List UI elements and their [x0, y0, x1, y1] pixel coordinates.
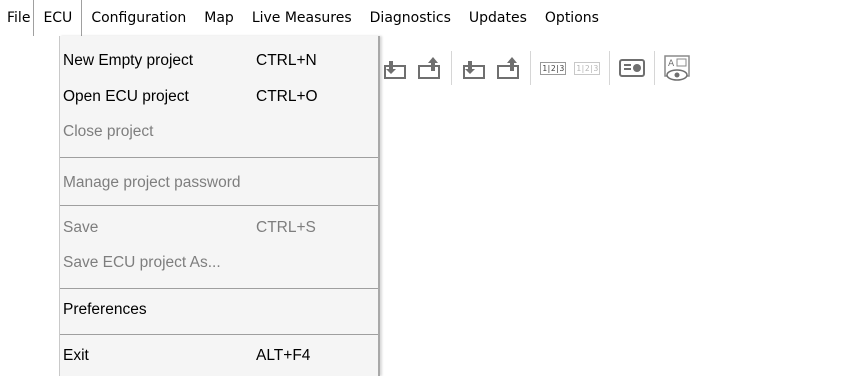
toolbar-separator [530, 51, 531, 85]
numbered-icon[interactable]: 1|2|3 [536, 49, 570, 87]
upload-icon[interactable] [412, 49, 446, 87]
menu-item-preferences[interactable]: Preferences [60, 295, 378, 325]
menu-item-shortcut: ALT+F4 [256, 347, 311, 364]
menu-separator [60, 334, 378, 335]
display-icon[interactable] [615, 49, 649, 87]
menu-live-measures[interactable]: Live Measures [243, 0, 361, 36]
toolbar-separator [609, 51, 610, 85]
toolbar-separator [451, 51, 452, 85]
download-icon[interactable] [457, 49, 491, 87]
menu-file[interactable]: File [0, 0, 33, 36]
menu-separator [60, 157, 378, 158]
menu-item-shortcut: CTRL+S [256, 219, 316, 236]
menu-item-shortcut: CTRL+O [256, 88, 318, 105]
menu-item-label: Close project [63, 123, 154, 140]
preview-icon[interactable]: A [660, 49, 694, 87]
numbered-icon-text: 1|2|3 [540, 61, 566, 75]
menu-item-open-ecu-project[interactable]: Open ECU project CTRL+O [60, 82, 378, 112]
menu-separator [60, 205, 378, 206]
preview-icon-text: A [668, 59, 675, 69]
menu-bar: File ECU Configuration Map Live Measures… [0, 0, 854, 36]
menu-configuration[interactable]: Configuration [82, 0, 195, 36]
upload-icon[interactable] [491, 49, 525, 87]
menu-item-save[interactable]: Save CTRL+S [60, 213, 378, 243]
menu-ecu[interactable]: ECU [33, 0, 83, 36]
menu-item-manage-project-password[interactable]: Manage project password [60, 168, 378, 198]
menu-item-shortcut: CTRL+N [256, 52, 317, 69]
menu-map[interactable]: Map [195, 0, 243, 36]
menu-item-close-project[interactable]: Close project [60, 117, 378, 147]
menu-item-label: Manage project password [63, 174, 241, 191]
menu-separator [60, 288, 378, 289]
menu-item-label: Save [63, 219, 99, 236]
ecu-dropdown-menu: New Empty project CTRL+N Open ECU projec… [59, 36, 380, 376]
menu-item-label: Exit [63, 347, 89, 364]
toolbar: 1|2|3 1|2|3 A [378, 44, 694, 92]
numbered-disabled-icon: 1|2|3 [570, 49, 604, 87]
menu-item-save-ecu-project-as[interactable]: Save ECU project As... [60, 248, 378, 278]
menu-options[interactable]: Options [536, 0, 608, 36]
menu-item-label: Open ECU project [63, 88, 189, 105]
menu-item-new-empty-project[interactable]: New Empty project CTRL+N [60, 46, 378, 76]
menu-diagnostics[interactable]: Diagnostics [361, 0, 460, 36]
numbered-disabled-icon-text: 1|2|3 [574, 61, 600, 75]
menu-item-label: New Empty project [63, 52, 194, 69]
menu-updates[interactable]: Updates [460, 0, 536, 36]
menu-item-label: Preferences [63, 301, 147, 318]
menu-item-exit[interactable]: Exit ALT+F4 [60, 341, 378, 371]
download-icon[interactable] [378, 49, 412, 87]
toolbar-separator [654, 51, 655, 85]
menu-item-label: Save ECU project As... [63, 254, 221, 271]
